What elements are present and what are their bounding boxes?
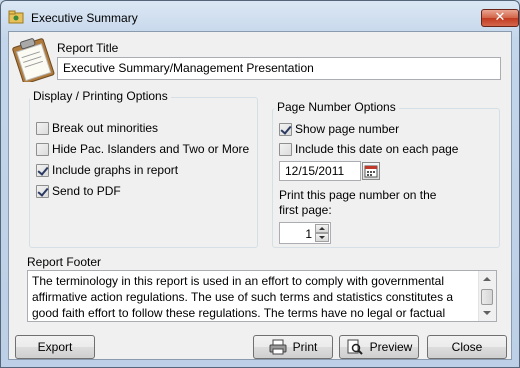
clipboard-icon — [12, 38, 55, 82]
footer-scrollbar[interactable] — [478, 271, 496, 321]
report-footer-textarea[interactable]: The terminology in this report is used i… — [27, 270, 497, 322]
print-button-label: Print — [292, 340, 318, 354]
include-graphs-checkbox[interactable] — [36, 164, 49, 177]
scroll-thumb[interactable] — [481, 289, 493, 305]
dialog-body: Report Title Executive Summary/Managemen… — [8, 31, 512, 360]
send-to-pdf-label[interactable]: Send to PDF — [52, 184, 121, 198]
preview-icon — [347, 339, 363, 355]
include-date-checkbox[interactable] — [279, 143, 292, 156]
calendar-button[interactable] — [362, 162, 380, 180]
send-to-pdf-checkbox[interactable] — [36, 185, 49, 198]
scroll-down-icon[interactable] — [483, 311, 491, 315]
report-footer-line: affirmative action regulations. The use … — [32, 290, 454, 304]
window-title: Executive Summary — [31, 11, 138, 25]
break-out-minorities-label[interactable]: Break out minorities — [52, 121, 158, 135]
report-footer-line: good faith effort to follow these regula… — [32, 306, 446, 320]
include-date-label[interactable]: Include this date on each page — [295, 142, 458, 156]
report-title-input[interactable]: Executive Summary/Management Presentatio… — [57, 57, 501, 80]
first-page-label-line2: first page: — [279, 203, 332, 217]
title-bar[interactable]: Executive Summary ✕ — [1, 1, 519, 31]
hide-pac-islanders-checkbox[interactable] — [36, 143, 49, 156]
page-number-options-title: Page Number Options — [274, 100, 399, 114]
scroll-up-icon[interactable] — [483, 277, 491, 281]
print-button[interactable]: Print — [253, 335, 333, 359]
report-footer-label: Report Footer — [27, 255, 102, 269]
stepper-down-icon[interactable] — [315, 233, 329, 242]
report-title-label: Report Title — [57, 41, 119, 55]
preview-button[interactable]: Preview — [339, 335, 419, 359]
close-icon: ✕ — [494, 10, 506, 25]
calendar-icon — [364, 165, 378, 178]
hide-pac-islanders-label[interactable]: Hide Pac. Islanders and Two or More — [52, 142, 249, 156]
include-graphs-label[interactable]: Include graphs in report — [52, 163, 178, 177]
folder-icon — [8, 10, 24, 24]
display-options-title: Display / Printing Options — [30, 89, 171, 103]
show-page-number-checkbox[interactable] — [279, 123, 292, 136]
show-page-number-label[interactable]: Show page number — [295, 122, 399, 136]
close-button[interactable]: Close — [427, 335, 507, 359]
dialog-window: Executive Summary ✕ Report Title Executi… — [0, 0, 520, 368]
first-page-number-stepper[interactable]: 1 — [279, 222, 331, 244]
first-page-number-value[interactable]: 1 — [305, 227, 312, 241]
page-date-input[interactable]: 12/15/2011 — [279, 161, 361, 181]
preview-button-label: Preview — [369, 340, 413, 354]
export-button[interactable]: Export — [15, 335, 95, 359]
break-out-minorities-checkbox[interactable] — [36, 122, 49, 135]
first-page-label-line1: Print this page number on the — [279, 188, 437, 202]
close-button-label: Close — [451, 340, 483, 354]
printer-icon — [269, 339, 287, 355]
stepper-up-icon[interactable] — [315, 224, 329, 233]
report-footer-line: The terminology in this report is used i… — [32, 274, 444, 288]
export-button-label: Export — [37, 340, 73, 354]
window-close-button[interactable]: ✕ — [481, 9, 519, 27]
